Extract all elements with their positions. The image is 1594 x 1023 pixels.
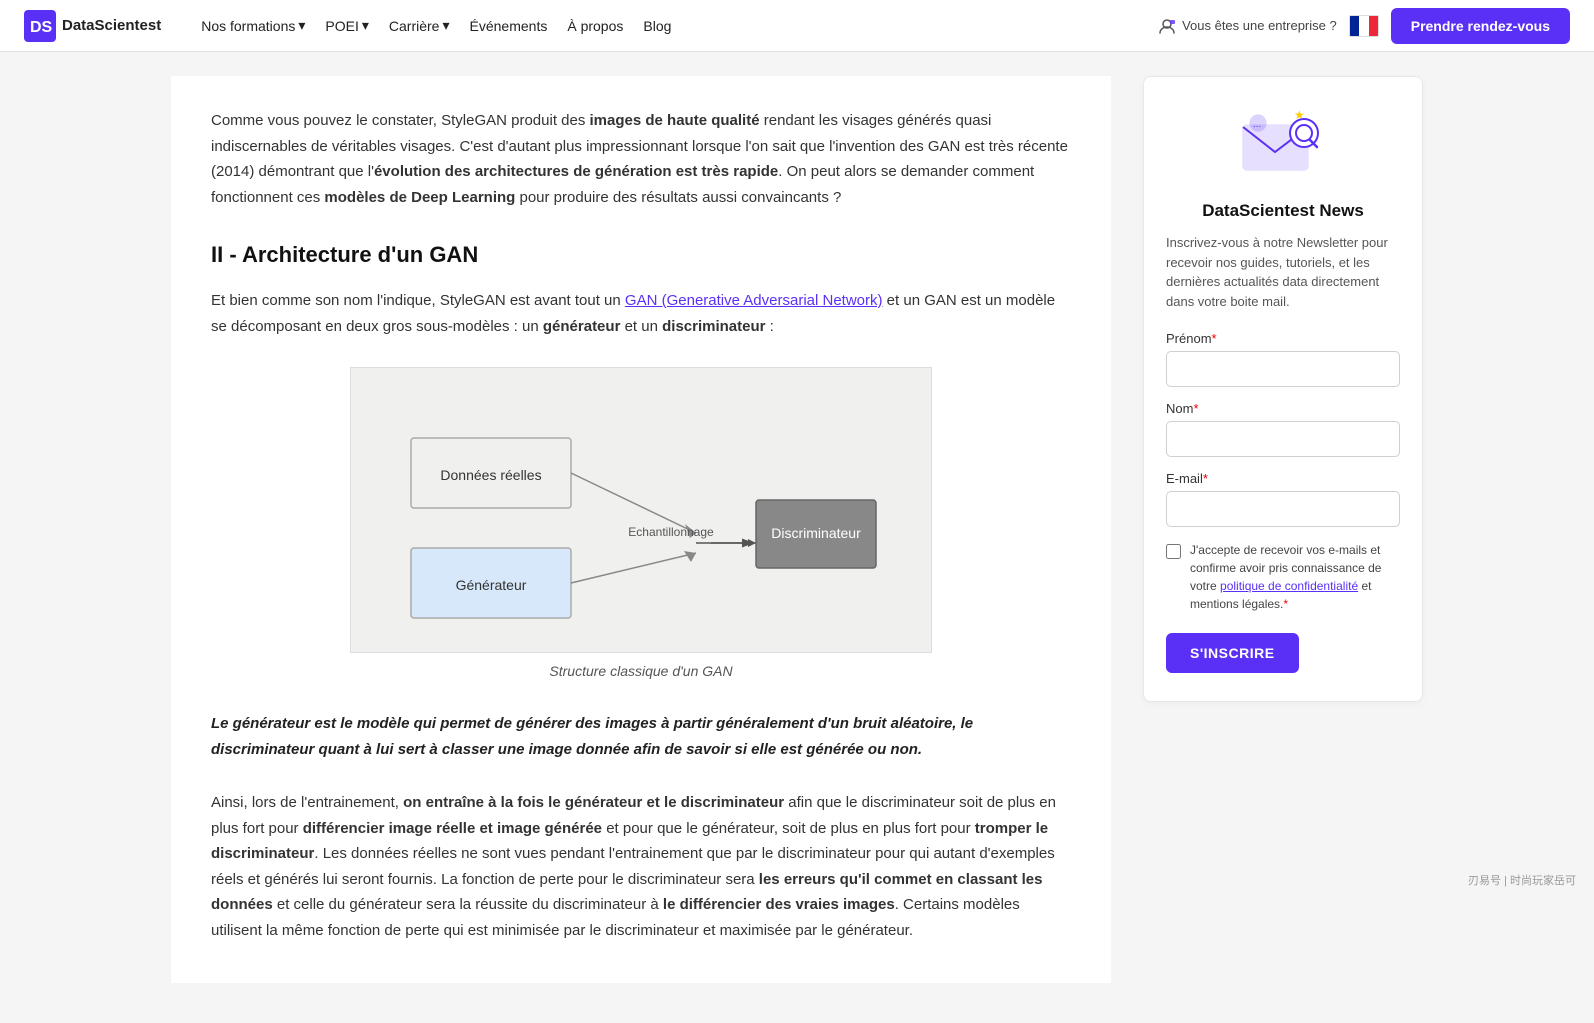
navbar: DS DataScientest Nos formations ▾ POEI ▾… bbox=[0, 0, 1594, 52]
sidebar-title: DataScientest News bbox=[1166, 201, 1400, 221]
prenom-label: Prénom* bbox=[1166, 331, 1400, 346]
svg-text:★: ★ bbox=[1294, 108, 1305, 122]
svg-text:Discriminateur: Discriminateur bbox=[771, 525, 861, 541]
nom-input[interactable] bbox=[1166, 421, 1400, 457]
prenom-input[interactable] bbox=[1166, 351, 1400, 387]
email-label: E-mail* bbox=[1166, 471, 1400, 486]
intro-paragraph: Comme vous pouvez le constater, StyleGAN… bbox=[211, 108, 1071, 210]
nav-apropos[interactable]: À propos bbox=[559, 12, 631, 40]
enterprise-button[interactable]: Vous êtes une entreprise ? bbox=[1158, 17, 1337, 35]
nav-nos-formations[interactable]: Nos formations ▾ bbox=[193, 11, 313, 40]
navbar-nav: Nos formations ▾ POEI ▾ Carrière ▾ Événe… bbox=[193, 11, 1158, 40]
logo-text: DataScientest bbox=[62, 17, 161, 34]
language-flag[interactable] bbox=[1349, 15, 1379, 37]
svg-text:...: ... bbox=[1253, 119, 1261, 130]
chevron-down-icon: ▾ bbox=[442, 17, 449, 34]
section-para1: Et bien comme son nom l'indique, StyleGA… bbox=[211, 288, 1071, 339]
logo-icon: DS bbox=[24, 10, 56, 42]
navbar-right: Vous êtes une entreprise ? Prendre rende… bbox=[1158, 8, 1570, 44]
nom-required: * bbox=[1193, 401, 1198, 416]
bottom-paragraph: Ainsi, lors de l'entrainement, on entraî… bbox=[211, 790, 1071, 943]
nav-carriere[interactable]: Carrière ▾ bbox=[381, 11, 458, 40]
chevron-down-icon: ▾ bbox=[362, 17, 369, 34]
nav-poei[interactable]: POEI ▾ bbox=[317, 11, 377, 40]
prenom-required: * bbox=[1212, 331, 1217, 346]
consent-text: J'accepte de recevoir vos e-mails et con… bbox=[1190, 541, 1400, 613]
blockquote: Le générateur est le modèle qui permet d… bbox=[211, 711, 1071, 762]
consent-row: J'accepte de recevoir vos e-mails et con… bbox=[1166, 541, 1400, 613]
subscribe-button[interactable]: S'INSCRIRE bbox=[1166, 633, 1299, 673]
sidebar: ★ ... DataScientest News Inscrivez-vous … bbox=[1143, 76, 1423, 983]
enterprise-icon bbox=[1158, 17, 1176, 35]
diagram-svg: Données réelles Générateur bbox=[350, 367, 932, 653]
diagram-container: Données réelles Générateur bbox=[211, 367, 1071, 679]
sidebar-icon-wrap: ★ ... bbox=[1166, 105, 1400, 185]
svg-text:Echantillonnage: Echantillonnage bbox=[628, 525, 714, 539]
chevron-down-icon: ▾ bbox=[298, 17, 305, 34]
email-input[interactable] bbox=[1166, 491, 1400, 527]
page-wrapper: Comme vous pouvez le constater, StyleGAN… bbox=[147, 52, 1447, 1023]
section-title: II - Architecture d'un GAN bbox=[211, 242, 1071, 268]
watermark: 刃易号 | 时尚玩家岳可 bbox=[1468, 872, 1576, 888]
diagram-caption: Structure classique d'un GAN bbox=[549, 663, 732, 679]
sidebar-card: ★ ... DataScientest News Inscrivez-vous … bbox=[1143, 76, 1423, 702]
nav-evenements[interactable]: Événements bbox=[462, 12, 556, 40]
newsletter-icon: ★ ... bbox=[1238, 105, 1328, 185]
svg-text:Générateur: Générateur bbox=[456, 577, 527, 593]
logo[interactable]: DS DataScientest bbox=[24, 10, 161, 42]
main-content: Comme vous pouvez le constater, StyleGAN… bbox=[171, 76, 1111, 983]
svg-text:Données réelles: Données réelles bbox=[440, 467, 541, 483]
consent-checkbox[interactable] bbox=[1166, 544, 1181, 559]
rdv-button[interactable]: Prendre rendez-vous bbox=[1391, 8, 1570, 44]
email-required: * bbox=[1203, 471, 1208, 486]
sidebar-desc: Inscrivez-vous à notre Newsletter pour r… bbox=[1166, 233, 1400, 311]
svg-text:DS: DS bbox=[30, 19, 53, 36]
nav-blog[interactable]: Blog bbox=[635, 12, 679, 40]
privacy-link[interactable]: politique de confidentialité bbox=[1220, 579, 1358, 593]
gan-link[interactable]: GAN (Generative Adversarial Network) bbox=[625, 292, 883, 309]
nom-label: Nom* bbox=[1166, 401, 1400, 416]
